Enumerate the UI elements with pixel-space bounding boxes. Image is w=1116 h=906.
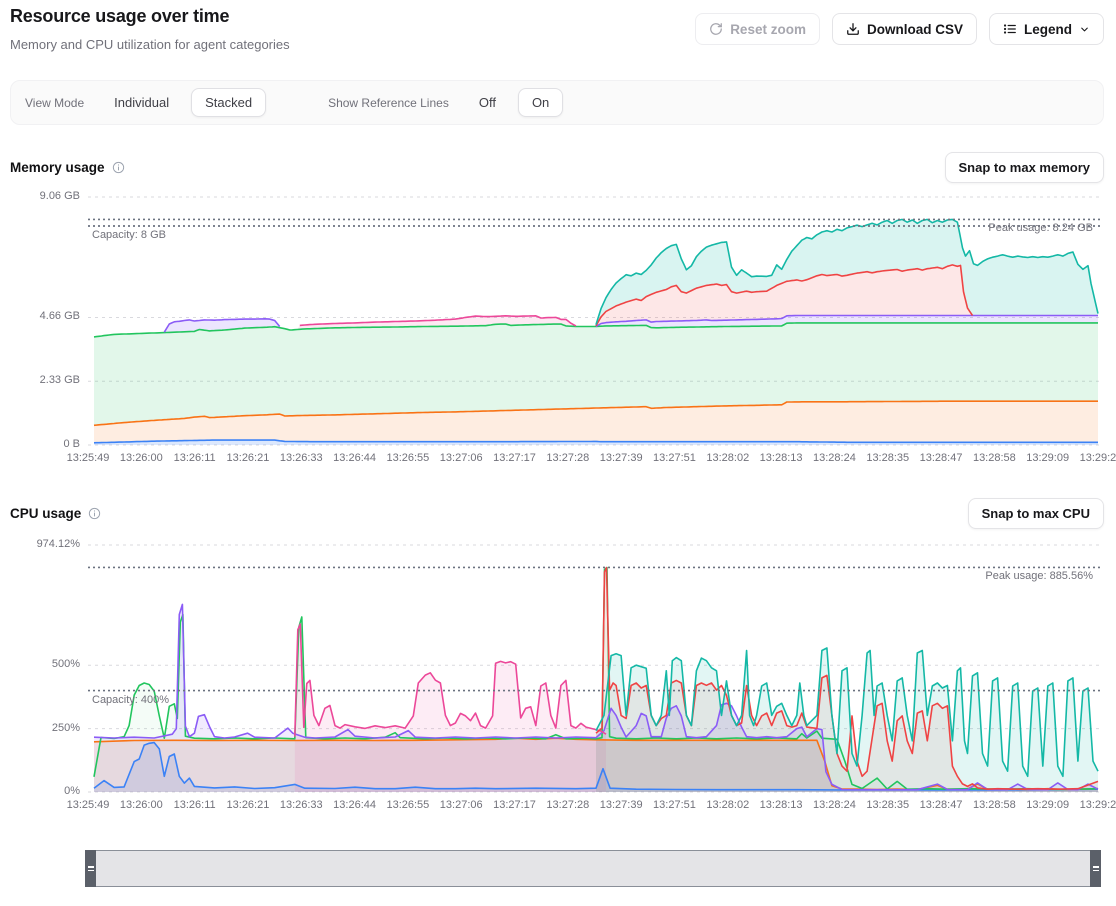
x-axis-tick-label: 13:28:35 — [866, 452, 909, 464]
memory-section-header: Memory usage Snap to max memory — [10, 151, 1104, 183]
y-axis-tick-label: 500% — [0, 658, 80, 670]
cpu-chart-canvas[interactable] — [88, 537, 1101, 795]
page-title: Resource usage over time — [10, 6, 229, 27]
chevron-down-icon — [1079, 24, 1090, 35]
x-axis-tick-label: 13:27:06 — [440, 799, 483, 811]
download-icon — [846, 22, 860, 36]
view-mode-label: View Mode — [25, 96, 84, 110]
x-axis-tick-label: 13:29:24 — [1080, 452, 1116, 464]
x-axis-tick-label: 13:26:21 — [227, 452, 270, 464]
x-axis-tick-label: 13:26:11 — [174, 452, 216, 464]
x-axis-tick-label: 13:28:47 — [920, 452, 963, 464]
x-axis-tick-label: 13:29:09 — [1026, 799, 1069, 811]
x-axis-tick-label: 13:28:35 — [866, 799, 909, 811]
reset-zoom-button[interactable]: Reset zoom — [695, 13, 820, 45]
y-axis-tick-label: 4.66 GB — [0, 310, 80, 322]
memory-chart: 13:25:49 13:26:00 13:26:11 13:26:21 13:26:33… — [0, 190, 1116, 476]
page-subtitle: Memory and CPU utilization for agent cat… — [10, 37, 290, 52]
x-axis-tick-label: 13:27:17 — [493, 799, 536, 811]
memory-chart-title: Memory usage — [10, 160, 125, 175]
y-axis-tick-label: 9.06 GB — [0, 190, 80, 202]
reference-lines-label: Show Reference Lines — [328, 96, 449, 110]
x-axis-tick-label: 13:26:44 — [333, 799, 376, 811]
x-axis-tick-label: 13:26:11 — [174, 799, 216, 811]
memory-x-axis: 13:25:4913:26:0013:26:1113:26:2113:26:33… — [88, 452, 1101, 468]
time-range-brush[interactable] — [85, 850, 1101, 887]
reference-lines-option-on[interactable]: On — [518, 88, 563, 117]
cpu-chart: 13:25:49 13:26:00 13:26:11 13:26:21 13:26:33… — [0, 537, 1116, 823]
info-icon[interactable] — [88, 507, 101, 520]
x-axis-tick-label: 13:28:24 — [813, 452, 856, 464]
x-axis-tick-label: 13:27:06 — [440, 452, 483, 464]
x-axis-tick-label: 13:27:39 — [600, 452, 643, 464]
x-axis-tick-label: 13:26:55 — [386, 452, 429, 464]
x-axis-tick-label: 13:26:00 — [120, 799, 163, 811]
x-axis-tick-label: 13:28:47 — [920, 799, 963, 811]
x-axis-tick-label: 13:26:44 — [333, 452, 376, 464]
download-csv-button[interactable]: Download CSV — [832, 13, 977, 45]
chart-options-toolbar: View Mode Individual Stacked Show Refere… — [10, 80, 1104, 125]
x-axis-tick-label: 13:28:13 — [760, 452, 803, 464]
resource-usage-page: Resource usage over time Memory and CPU … — [0, 0, 1116, 906]
legend-button[interactable]: Legend — [989, 13, 1104, 45]
x-axis-tick-label: 13:28:02 — [706, 799, 749, 811]
x-axis-tick-label: 13:27:51 — [653, 799, 696, 811]
y-axis-tick-label: 0% — [0, 785, 80, 797]
y-axis-tick-label: 2.33 GB — [0, 374, 80, 386]
info-icon[interactable] — [112, 161, 125, 174]
x-axis-tick-label: 13:26:33 — [280, 452, 323, 464]
x-axis-tick-label: 13:26:55 — [386, 799, 429, 811]
x-axis-tick-label: 13:27:39 — [600, 799, 643, 811]
reference-line-label: Capacity: 8 GB — [92, 229, 166, 241]
refresh-icon — [709, 22, 723, 36]
brush-handle-right[interactable] — [1090, 850, 1101, 887]
snap-to-max-cpu-button[interactable]: Snap to max CPU — [968, 498, 1104, 529]
x-axis-tick-label: 13:26:33 — [280, 799, 323, 811]
y-axis-tick-label: 974.12% — [0, 538, 80, 550]
cpu-chart-title: CPU usage — [10, 506, 101, 521]
x-axis-tick-label: 13:28:58 — [973, 452, 1016, 464]
snap-to-max-memory-button[interactable]: Snap to max memory — [945, 152, 1105, 183]
x-axis-tick-label: 13:26:00 — [120, 452, 163, 464]
y-axis-tick-label: 0 B — [0, 438, 80, 450]
brush-handle-left[interactable] — [85, 850, 96, 887]
pink-area — [295, 624, 606, 792]
reference-line-label: Peak usage: 8.24 GB — [988, 222, 1093, 234]
x-axis-tick-label: 13:28:24 — [813, 799, 856, 811]
x-axis-tick-label: 13:29:24 — [1080, 799, 1116, 811]
view-mode-option-individual[interactable]: Individual — [100, 88, 183, 117]
memory-chart-canvas[interactable] — [88, 190, 1101, 448]
reference-line-label: Capacity: 400% — [92, 694, 169, 706]
y-axis-tick-label: 250% — [0, 722, 80, 734]
x-axis-tick-label: 13:27:17 — [493, 452, 536, 464]
x-axis-tick-label: 13:27:28 — [546, 452, 589, 464]
x-axis-tick-label: 13:27:51 — [653, 452, 696, 464]
cpu-section-header: CPU usage Snap to max CPU — [10, 497, 1104, 529]
x-axis-tick-label: 13:27:28 — [546, 799, 589, 811]
cpu-x-axis: 13:25:4913:26:0013:26:1113:26:2113:26:33… — [88, 799, 1101, 815]
list-icon — [1003, 22, 1017, 36]
x-axis-tick-label: 13:28:13 — [760, 799, 803, 811]
x-axis-tick-label: 13:25:49 — [67, 799, 110, 811]
x-axis-tick-label: 13:28:58 — [973, 799, 1016, 811]
header-buttons: Reset zoom Download CSV Legend — [695, 13, 1104, 45]
reference-lines-option-off[interactable]: Off — [465, 88, 510, 117]
x-axis-tick-label: 13:29:09 — [1026, 452, 1069, 464]
x-axis-tick-label: 13:26:21 — [227, 799, 270, 811]
x-axis-tick-label: 13:25:49 — [67, 452, 110, 464]
x-axis-tick-label: 13:28:02 — [706, 452, 749, 464]
view-mode-option-stacked[interactable]: Stacked — [191, 88, 266, 117]
reference-line-label: Peak usage: 885.56% — [985, 570, 1093, 582]
